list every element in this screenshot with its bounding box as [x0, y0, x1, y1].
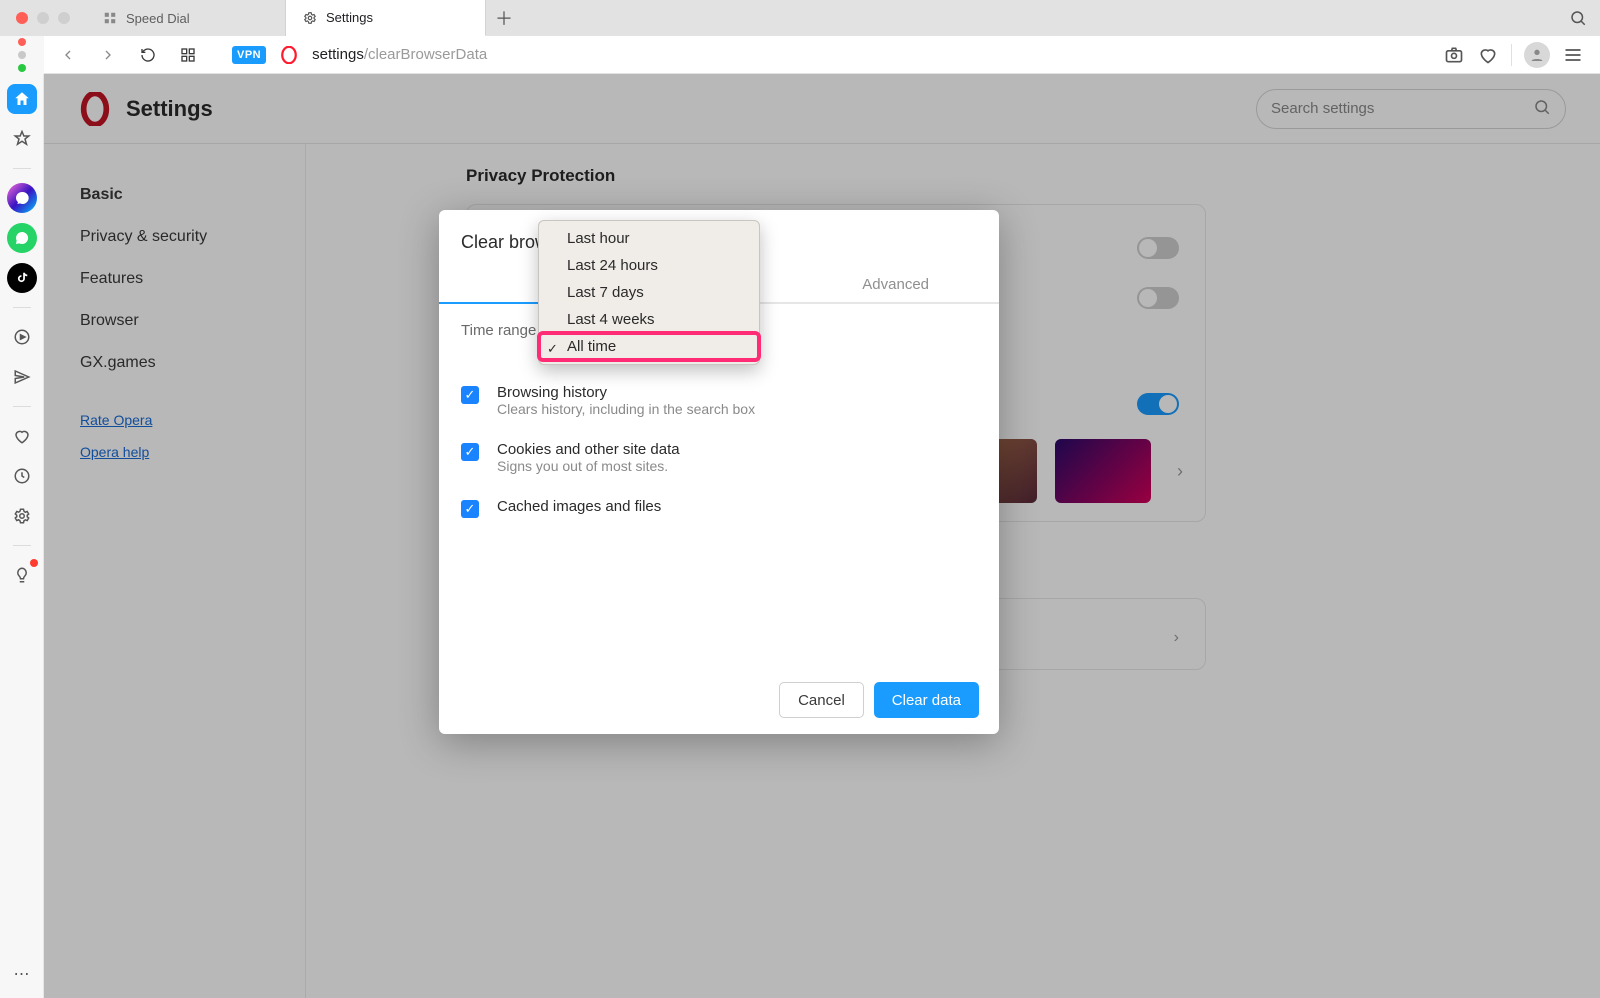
tab-speed-dial[interactable]: Speed Dial: [86, 0, 286, 36]
sidebar-send-icon[interactable]: [7, 362, 37, 392]
easy-setup-icon[interactable]: [1562, 44, 1584, 66]
dropdown-option-last-7-days[interactable]: Last 7 days: [539, 279, 759, 306]
back-button[interactable]: [54, 41, 82, 69]
heart-icon[interactable]: [1477, 44, 1499, 66]
window-close-button[interactable]: [16, 12, 28, 24]
sidebar-bookmarks[interactable]: [7, 124, 37, 154]
new-tab-button[interactable]: ＋: [486, 0, 522, 36]
toolbar: VPN settings/clearBrowserData: [44, 36, 1600, 74]
button-label: Clear data: [892, 692, 961, 709]
workspace-dot[interactable]: [18, 38, 26, 46]
window-minimize-button[interactable]: [37, 12, 49, 24]
option-sub: Clears history, including in the search …: [497, 401, 755, 417]
address-scheme: settings: [312, 46, 364, 63]
divider: [1511, 44, 1512, 66]
profile-button[interactable]: [1524, 42, 1550, 68]
tiles-button[interactable]: [174, 41, 202, 69]
option-title: Cookies and other site data: [497, 441, 680, 458]
sidebar-tips[interactable]: [7, 560, 37, 590]
address-bar[interactable]: settings/clearBrowserData: [312, 46, 1431, 63]
dropdown-option-all-time[interactable]: ✓ All time: [539, 333, 759, 360]
dropdown-option-last-4-weeks[interactable]: Last 4 weeks: [539, 306, 759, 333]
sidebar-divider: [13, 168, 31, 169]
checkbox-checked-icon[interactable]: ✓: [461, 386, 479, 404]
tab-strip: Speed Dial Settings ＋: [0, 0, 1600, 36]
tab-settings[interactable]: Settings: [286, 0, 486, 36]
cancel-button[interactable]: Cancel: [779, 682, 864, 718]
time-range-label: Time range: [461, 322, 536, 339]
option-cookies[interactable]: ✓ Cookies and other site data Signs you …: [461, 429, 977, 486]
dropdown-option-label: All time: [567, 338, 616, 355]
sidebar-history[interactable]: [7, 461, 37, 491]
option-title: Cached images and files: [497, 498, 661, 515]
option-sub: Signs you out of most sites.: [497, 458, 680, 474]
option-title: Browsing history: [497, 384, 755, 401]
notification-dot-icon: [30, 559, 38, 567]
dropdown-option-last-hour[interactable]: Last hour: [539, 225, 759, 252]
sidebar: ⋯: [0, 74, 44, 998]
workspace-dot[interactable]: [18, 51, 26, 59]
forward-button[interactable]: [94, 41, 122, 69]
option-cache[interactable]: ✓ Cached images and files: [461, 486, 977, 530]
tab-label: Speed Dial: [126, 11, 190, 26]
toolbar-right: [1443, 42, 1590, 68]
sidebar-settings[interactable]: [7, 501, 37, 531]
check-icon: ✓: [547, 341, 558, 357]
time-range-dropdown[interactable]: Last hour Last 24 hours Last 7 days Last…: [538, 220, 760, 365]
checkbox-checked-icon[interactable]: ✓: [461, 443, 479, 461]
opera-icon: [278, 44, 300, 66]
sidebar-divider: [13, 307, 31, 308]
sidebar-divider: [13, 545, 31, 546]
window-controls: [0, 0, 86, 36]
vpn-badge[interactable]: VPN: [232, 46, 266, 64]
reload-button[interactable]: [134, 41, 162, 69]
clear-data-button[interactable]: Clear data: [874, 682, 979, 718]
sidebar-player[interactable]: [7, 322, 37, 352]
sidebar-messenger[interactable]: [7, 183, 37, 213]
checkbox-checked-icon[interactable]: ✓: [461, 500, 479, 518]
time-range-row: Time range: [461, 322, 536, 339]
tab-label: Settings: [326, 10, 373, 25]
sidebar-pinboards[interactable]: [7, 421, 37, 451]
sidebar-more-button[interactable]: ⋯: [14, 964, 30, 998]
address-path: clearBrowserData: [368, 46, 487, 63]
workspace-dot[interactable]: [18, 64, 26, 72]
tab-search-button[interactable]: [1556, 0, 1600, 36]
button-label: Cancel: [798, 692, 845, 709]
gear-icon: [302, 10, 318, 26]
sidebar-tiktok[interactable]: [7, 263, 37, 293]
tab-advanced[interactable]: Advanced: [828, 264, 963, 305]
sidebar-whatsapp[interactable]: [7, 223, 37, 253]
speed-dial-icon: [102, 10, 118, 26]
workspace-switch[interactable]: [0, 36, 44, 74]
sidebar-divider: [13, 406, 31, 407]
dialog-buttons: Cancel Clear data: [461, 682, 979, 718]
option-browsing-history[interactable]: ✓ Browsing history Clears history, inclu…: [461, 372, 977, 429]
clear-options: ✓ Browsing history Clears history, inclu…: [461, 372, 977, 530]
window-maximize-button[interactable]: [58, 12, 70, 24]
dropdown-option-last-24-hours[interactable]: Last 24 hours: [539, 252, 759, 279]
sidebar-home[interactable]: [7, 84, 37, 114]
snapshot-icon[interactable]: [1443, 44, 1465, 66]
